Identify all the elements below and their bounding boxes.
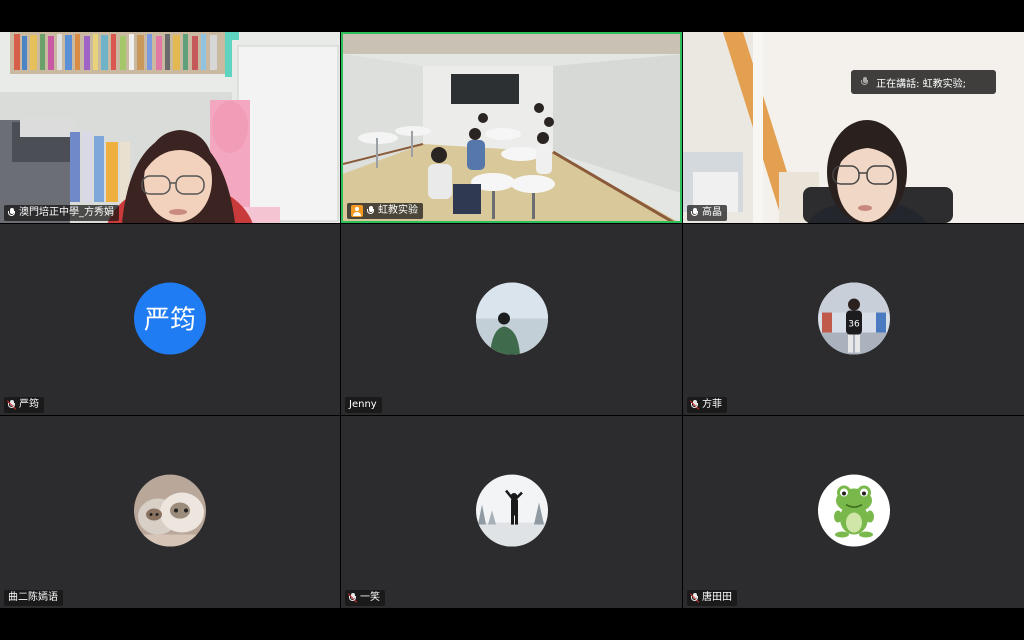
participant-name: Jenny [349, 399, 377, 410]
microphone-icon [861, 77, 869, 87]
speaking-indicator: 正在講話: 虹教实验; [851, 70, 996, 94]
video-tile-yan-yun[interactable]: 严筠 严筠 [0, 224, 340, 415]
participant-name-tag: Jenny [345, 397, 382, 413]
participant-name-tag: 高晶 [687, 205, 727, 221]
participant-name: 曲二陈嫣语 [8, 592, 58, 603]
participant-name-tag: 严筠 [4, 397, 44, 413]
participant-video [343, 34, 680, 221]
avatar: 36 [817, 282, 890, 355]
avatar [134, 474, 206, 547]
participant-name-tag: 方菲 [687, 397, 727, 413]
participant-video [0, 32, 340, 223]
avatar: 严筠 [134, 282, 206, 355]
video-tile-fang-fei[interactable]: 36 方菲 [683, 224, 1024, 415]
microphone-muted-icon [689, 400, 700, 410]
microphone-muted-icon [347, 593, 358, 603]
avatar [817, 474, 890, 547]
participant-name: 唐田田 [702, 592, 732, 603]
avatar [475, 282, 548, 355]
host-icon [351, 205, 363, 217]
participant-name-tag: 曲二陈嫣语 [4, 590, 63, 606]
participant-name: 虹教实验 [378, 205, 418, 216]
participant-name: 高晶 [702, 207, 722, 218]
microphone-icon [8, 208, 15, 218]
video-tile-fang-xiujuan[interactable]: 澳門培正中學_方秀娟 [0, 32, 340, 223]
avatar [475, 474, 548, 547]
video-grid: 澳門培正中學_方秀娟 虹教实验 正在講話: 虹教实验; 高晶 严筠 严筠 Jen… [0, 32, 1024, 608]
video-tile-hongjiao-shiyan[interactable]: 虹教实验 [341, 32, 682, 223]
participant-name: 一笑 [360, 592, 380, 603]
participant-name: 方菲 [702, 399, 722, 410]
participant-name: 澳門培正中學_方秀娟 [19, 207, 114, 218]
video-tile-qu-er-chen-yanyu[interactable]: 曲二陈嫣语 [0, 416, 340, 608]
participant-video [683, 32, 1024, 223]
microphone-icon [691, 208, 698, 218]
video-tile-jenny[interactable]: Jenny [341, 224, 682, 415]
video-tile-gao-jing[interactable]: 正在講話: 虹教实验; 高晶 [683, 32, 1024, 223]
microphone-muted-icon [6, 400, 17, 410]
participant-name-tag: 一笑 [345, 590, 385, 606]
microphone-muted-icon [689, 593, 700, 603]
video-tile-tang-tiantian[interactable]: 唐田田 [683, 416, 1024, 608]
microphone-icon [367, 206, 374, 216]
participant-name-tag: 澳門培正中學_方秀娟 [4, 205, 119, 221]
participant-name-tag: 唐田田 [687, 590, 737, 606]
speaking-label: 正在講話: 虹教实验; [876, 78, 966, 90]
participant-name-tag: 虹教实验 [347, 203, 423, 219]
svg-text:36: 36 [848, 319, 860, 329]
video-tile-yi-xiao[interactable]: 一笑 [341, 416, 682, 608]
participant-name: 严筠 [19, 399, 39, 410]
